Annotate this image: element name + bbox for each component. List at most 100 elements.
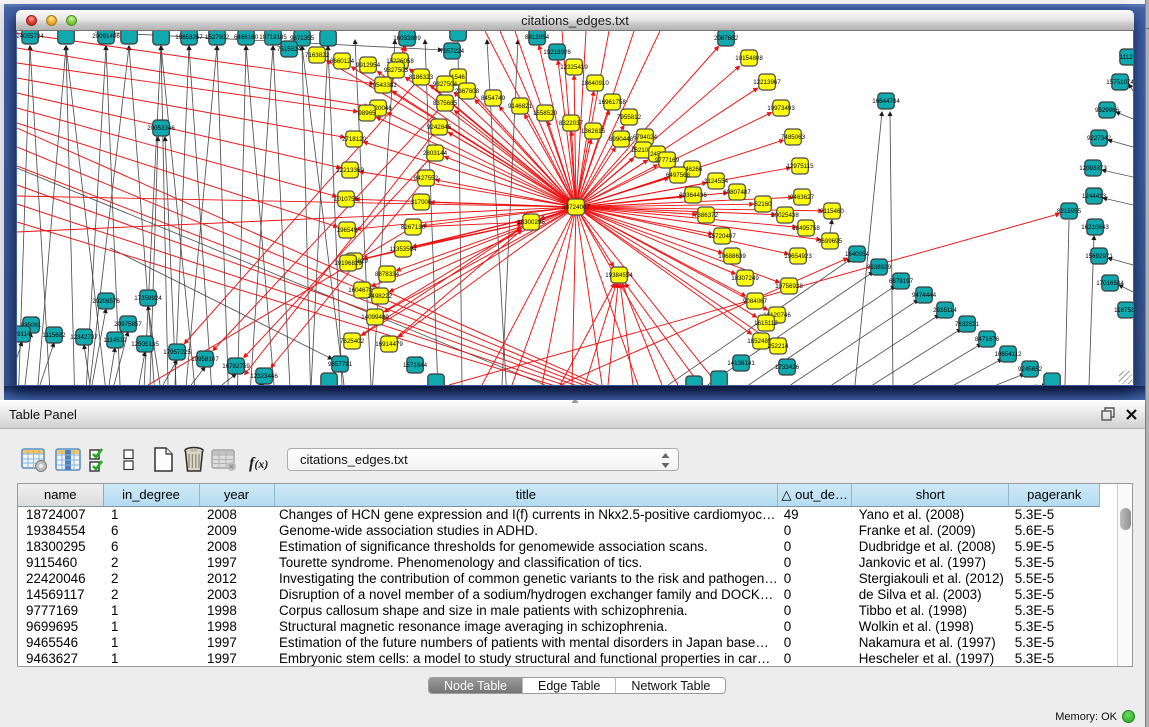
svg-text:196549: 196549 [337,227,358,234]
svg-text:15720407: 15720407 [708,233,736,240]
svg-text:10958107: 10958107 [191,356,219,363]
svg-text:9912954: 9912954 [356,62,381,69]
svg-text:2935114: 2935114 [933,307,957,314]
svg-text:8938929: 8938929 [867,264,892,271]
svg-text:19384554: 19384554 [605,272,633,279]
svg-text:9699695: 9699695 [818,238,843,245]
svg-text:62160: 62160 [754,201,772,208]
svg-text:8813054: 8813054 [525,34,550,41]
svg-text:18495758: 18495758 [792,225,820,232]
svg-text:9327504: 9327504 [433,81,458,88]
svg-text:12342737: 12342737 [70,334,98,341]
svg-text:11353594: 11353594 [389,246,417,253]
svg-text:39114: 39114 [17,331,31,338]
svg-text:8186323: 8186323 [409,74,434,81]
svg-text:3124554: 3124554 [704,178,729,185]
svg-text:16961758: 16961758 [598,99,626,106]
svg-text:20364436: 20364436 [679,192,707,199]
svg-text:14099489: 14099489 [361,314,389,321]
svg-text:16782759: 16782759 [222,363,250,370]
svg-text:8322037: 8322037 [559,120,584,127]
svg-text:2803144: 2803144 [423,150,448,157]
svg-text:19218926: 19218926 [543,49,571,56]
svg-text:8427552: 8427552 [414,175,439,182]
svg-text:1527602: 1527602 [205,34,230,41]
svg-text:8471676: 8471676 [975,336,1000,343]
svg-text:19654923: 19654923 [784,253,812,260]
svg-text:98965: 98965 [358,110,376,117]
svg-text:2367608: 2367608 [455,88,480,95]
svg-text:7163822: 7163822 [305,52,330,59]
svg-text:8660124: 8660124 [330,58,355,65]
svg-text:1244413: 1244413 [1082,193,1107,200]
svg-text:10653267: 10653267 [175,34,203,41]
svg-text:16033809: 16033809 [393,35,421,42]
svg-text:10154808: 10154808 [735,55,763,62]
svg-text:3498222: 3498222 [368,293,393,300]
svg-text:10688639: 10688639 [718,253,746,260]
svg-text:19196829: 19196829 [334,260,362,267]
svg-text:7857224: 7857224 [440,48,465,55]
svg-text:17359924: 17359924 [134,295,162,302]
svg-text:9245652: 9245652 [1018,366,1043,373]
svg-text:1115682: 1115682 [42,332,66,339]
svg-text:20975857: 20975857 [114,321,142,328]
svg-text:9227342: 9227342 [1087,135,1112,142]
svg-text:1733426: 1733426 [775,364,800,371]
svg-text:252214: 252214 [768,343,789,350]
svg-text:10543382: 10543382 [369,82,397,89]
svg-text:15692971: 15692971 [1085,253,1113,260]
svg-text:17016504: 17016504 [1096,280,1124,287]
svg-text:9474444: 9474444 [912,292,937,299]
svg-text:1114519: 1114519 [103,337,127,344]
svg-text:10719185: 10719185 [259,34,287,41]
svg-text:7632621: 7632621 [955,321,980,328]
svg-text:11121: 11121 [1120,54,1133,61]
svg-text:9463627: 9463627 [790,194,815,201]
svg-text:8990448: 8990448 [609,136,634,143]
svg-text:12325419: 12325419 [560,64,588,71]
svg-text:12093873: 12093873 [1079,165,1107,172]
svg-text:8215955: 8215955 [1057,208,1082,215]
svg-text:7625402: 7625402 [340,338,365,345]
svg-text:8267130: 8267130 [401,224,426,231]
svg-text:17957225: 17957225 [163,349,191,356]
svg-text:1558520: 1558520 [533,110,558,117]
svg-text:7485063: 7485063 [781,134,806,141]
svg-text:6879197: 6879197 [889,278,914,285]
svg-text:6466160: 6466160 [234,34,259,41]
svg-text:8878334: 8878334 [375,271,400,278]
svg-text:20091406: 20091406 [92,33,120,40]
svg-text:12213967: 12213967 [753,79,781,86]
svg-text:1167533: 1167533 [1114,307,1133,314]
svg-text:10973493: 10973493 [767,105,795,112]
svg-text:7515524: 7515524 [277,46,302,53]
svg-text:1640954: 1640954 [845,251,870,258]
svg-text:10756928: 10756928 [775,283,803,290]
svg-text:12975115: 12975115 [786,163,814,170]
svg-text:7955812: 7955812 [617,114,642,121]
svg-text:9084067: 9084067 [743,298,768,305]
svg-text:9777169: 9777169 [655,157,680,164]
svg-text:1362615: 1362615 [581,128,606,135]
svg-text:16644784: 16644784 [872,98,900,105]
svg-text:10807487: 10807487 [723,189,751,196]
svg-text:1571644: 1571644 [403,362,428,369]
svg-text:18724007: 18724007 [562,204,590,211]
svg-text:2718120: 2718120 [342,136,367,143]
svg-text:6497568: 6497568 [666,172,691,179]
svg-text:20053346: 20053346 [147,125,175,132]
svg-text:10654112: 10654112 [994,351,1022,358]
svg-text:12323446: 12323446 [250,373,278,380]
svg-text:16914479: 16914479 [375,341,403,348]
svg-text:15751074: 15751074 [1106,79,1133,86]
svg-text:10025438: 10025438 [771,212,799,219]
svg-text:18640910: 18640910 [581,80,609,87]
svg-text:9327503: 9327503 [384,67,409,74]
svg-text:18307249: 18307249 [731,275,759,282]
svg-text:1615112: 1615112 [754,320,778,327]
svg-text:2087682: 2087682 [714,35,739,42]
svg-text:8375685: 8375685 [433,100,458,107]
svg-text:20206576: 20206576 [92,298,120,305]
svg-text:9115460: 9115460 [820,208,844,215]
